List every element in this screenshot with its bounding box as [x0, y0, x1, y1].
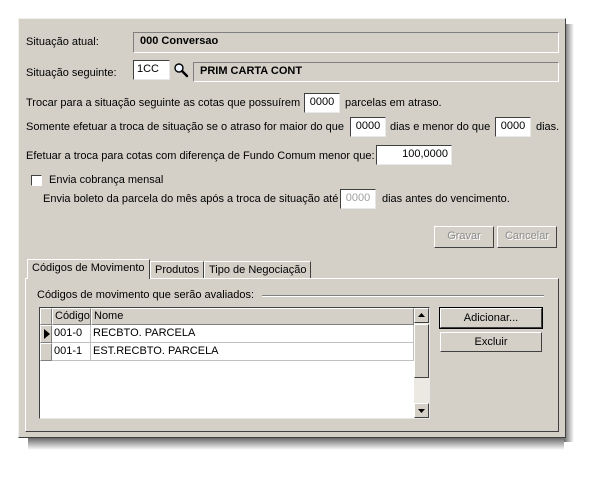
codigos-grid[interactable]: Código Nome 001-0 RECBTO. PARCELA 001-1 … [39, 307, 430, 419]
envia-cobranca-checkbox[interactable] [31, 175, 42, 186]
scroll-down-button[interactable] [414, 403, 429, 418]
tab-page-codigos-movimento: Códigos de movimento que serão avaliados… [25, 278, 559, 432]
magnifier-icon[interactable] [173, 62, 189, 78]
arrow-up-icon [418, 313, 425, 317]
tab-produtos[interactable]: Produtos [150, 261, 204, 278]
parcelas-atraso-input[interactable]: 0000 [304, 93, 340, 113]
situacao-seguinte-code-input[interactable]: 1CC [133, 60, 170, 80]
situacao-seguinte-description: PRIM CARTA CONT [193, 62, 559, 82]
window-shadow-bottom [28, 438, 564, 450]
cancelar-button[interactable]: Cancelar [497, 226, 557, 248]
group-divider [262, 295, 544, 297]
tab-tipo-negociacao[interactable]: Tipo de Negociação [204, 261, 311, 278]
boleto-dias-input[interactable]: 0000 [340, 189, 376, 209]
somente-middle: dias e menor do que [390, 121, 491, 133]
column-header-codigo[interactable]: Código [52, 308, 91, 325]
fundo-comum-label: Efetuar a troca para cotas com diferença… [26, 150, 375, 162]
table-row-2-codigo[interactable]: 001-1 [52, 343, 91, 361]
excluir-button[interactable]: Excluir [440, 332, 542, 352]
scroll-thumb[interactable] [414, 324, 429, 378]
situacao-atual-label: Situação atual: [26, 36, 99, 48]
trocar-label: Trocar para a situação seguinte as cotas… [26, 97, 301, 109]
table-row-1-nome[interactable]: RECBTO. PARCELA [91, 325, 414, 343]
envia-cobranca-label: Envia cobrança mensal [49, 174, 164, 186]
row-indicator [40, 343, 52, 361]
situacao-atual-value: 000 Conversao [133, 32, 559, 53]
table-row-1-codigo[interactable]: 001-0 [52, 325, 91, 343]
somente-label: Somente efetuar a troca de situação se o… [26, 121, 344, 133]
current-row-arrow-icon [44, 329, 50, 339]
codigos-group-label: Códigos de movimento que serão avaliados… [37, 289, 255, 301]
column-header-nome[interactable]: Nome [91, 308, 414, 325]
adicionar-button[interactable]: Adicionar... [439, 307, 543, 329]
arrow-down-icon [418, 409, 425, 413]
atraso-menor-input[interactable]: 0000 [495, 117, 531, 137]
situacao-seguinte-label: Situação seguinte: [26, 67, 117, 79]
trocar-suffix: parcelas em atraso. [345, 97, 442, 109]
somente-suffix: dias. [536, 121, 560, 133]
grid-corner [40, 308, 52, 325]
boleto-suffix: dias antes do vencimento. [382, 193, 510, 205]
table-row-2-nome[interactable]: EST.RECBTO. PARCELA [91, 343, 414, 361]
row-indicator-current [40, 325, 52, 343]
gravar-button[interactable]: Gravar [434, 226, 494, 248]
fundo-comum-input[interactable]: 100,0000 [376, 145, 452, 165]
scroll-up-button[interactable] [414, 308, 429, 323]
boleto-label: Envia boleto da parcela do mês após a tr… [43, 193, 339, 205]
atraso-maior-input[interactable]: 0000 [350, 117, 386, 137]
situacao-config-window: Situação atual: 000 Conversao Situação s… [18, 18, 566, 438]
tab-codigos-movimento[interactable]: Códigos de Movimento [27, 259, 150, 279]
